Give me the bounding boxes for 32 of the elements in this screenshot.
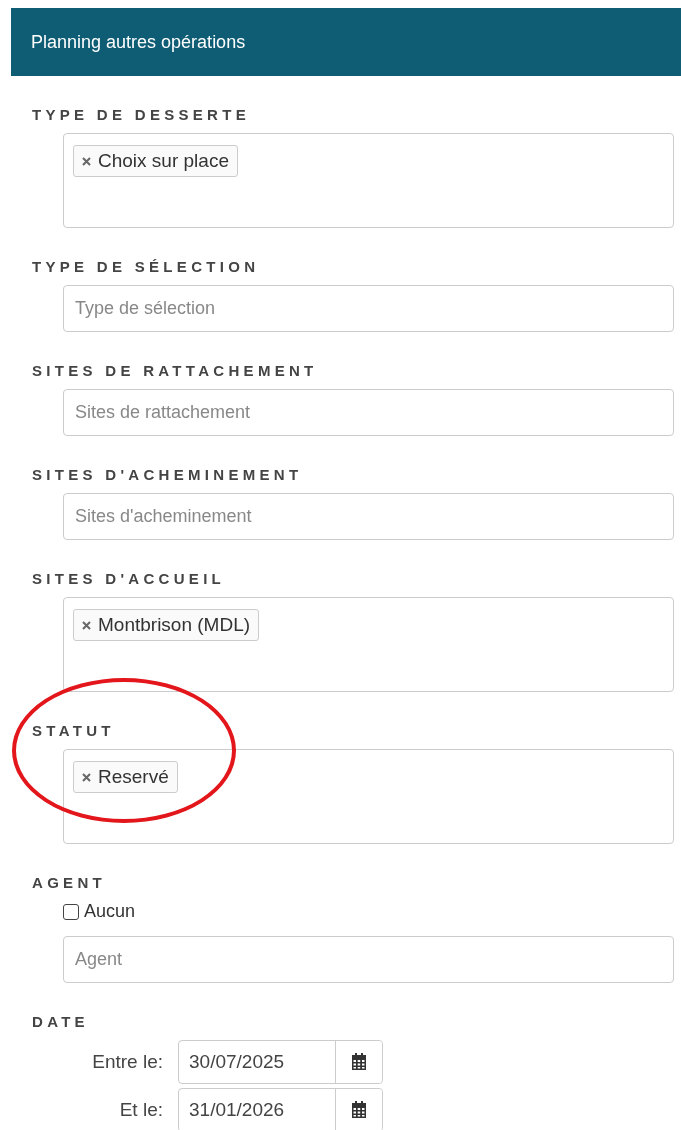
remove-icon[interactable] [82, 772, 91, 782]
date-label: Et le: [118, 1099, 164, 1121]
field-label: SITES D'ACHEMINEMENT [32, 466, 303, 484]
calendar-button[interactable] [335, 1041, 382, 1083]
remove-icon[interactable] [82, 156, 91, 166]
panel-title: Planning autres opérations [31, 31, 246, 53]
date-label: Entre le: [91, 1051, 164, 1073]
calendar-icon [351, 1101, 367, 1119]
selected-tag[interactable]: Choix sur place [73, 145, 238, 177]
input-field[interactable]: Agent [63, 936, 674, 983]
multi-select-field[interactable]: Reservé [63, 749, 674, 844]
date-field[interactable]: 31/01/2026 [178, 1088, 383, 1130]
checkbox-label[interactable]: Aucun [84, 901, 136, 922]
date-field[interactable]: 30/07/2025 [178, 1040, 383, 1084]
calendar-icon [351, 1053, 367, 1071]
field-label: SITES DE RATTACHEMENT [32, 362, 318, 380]
field-label: TYPE DE SÉLECTION [32, 258, 260, 276]
selected-tag[interactable]: Reservé [73, 761, 178, 793]
selected-tag[interactable]: Montbrison (MDL) [73, 609, 260, 641]
select-field[interactable]: Sites de rattachement [63, 389, 674, 436]
multi-select-field[interactable]: Choix sur place [63, 133, 674, 228]
field-label: DATE [32, 1013, 89, 1031]
select-field[interactable]: Sites d'acheminement [63, 493, 674, 540]
multi-select-field[interactable]: Montbrison (MDL) [63, 597, 674, 692]
calendar-button[interactable] [335, 1089, 382, 1130]
field-label: TYPE DE DESSERTE [32, 106, 250, 124]
field-label: STATUT [32, 722, 115, 740]
remove-icon[interactable] [82, 620, 91, 630]
field-label: AGENT [32, 874, 106, 892]
select-field[interactable]: Type de sélection [63, 285, 674, 332]
field-label: SITES D'ACCUEIL [32, 570, 226, 588]
checkbox[interactable] [63, 903, 79, 920]
